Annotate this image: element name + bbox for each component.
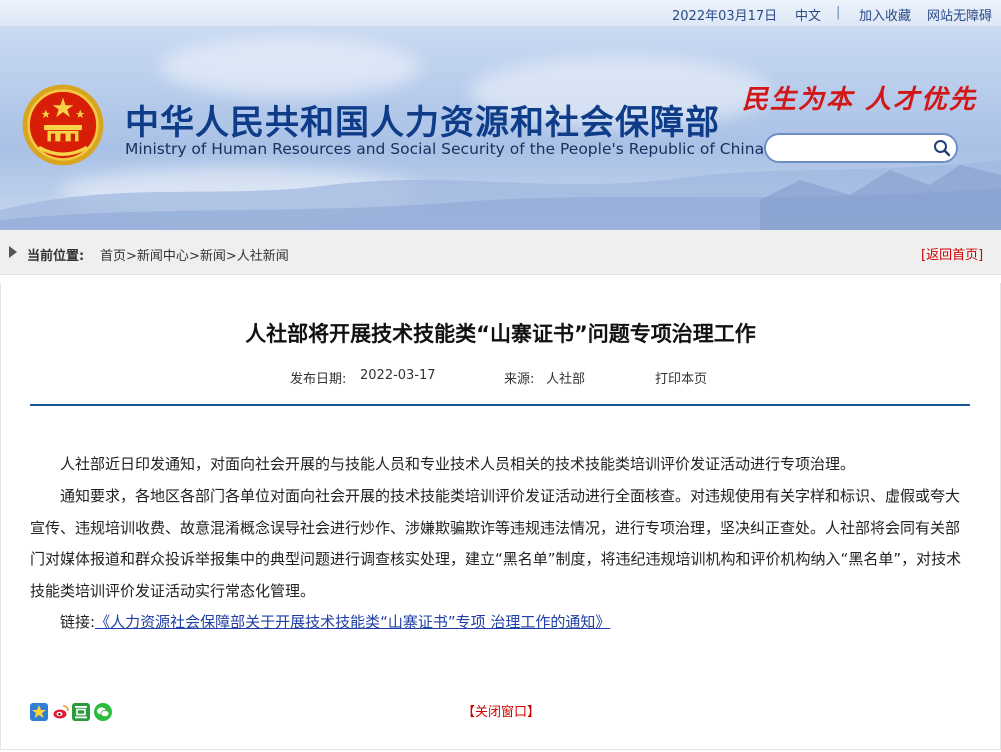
national-emblem-icon xyxy=(22,84,104,166)
site-title-en: Ministry of Human Resources and Social S… xyxy=(125,140,765,158)
qzone-icon[interactable] xyxy=(30,703,48,721)
breadcrumb-item-home[interactable]: 首页 xyxy=(100,249,126,264)
publish-date-label: 发布日期: xyxy=(290,372,347,387)
source-value: 人社部 xyxy=(546,372,586,387)
accessibility-link[interactable]: 网站无障碍 xyxy=(927,5,992,24)
back-home-link[interactable]: [返回首页] xyxy=(921,244,983,263)
site-title-cn: 中华人民共和国人力资源和社会保障部 xyxy=(125,103,720,143)
breadcrumb-item-news-center[interactable]: 新闻中心 xyxy=(137,249,189,264)
weibo-icon[interactable] xyxy=(52,703,70,721)
search-icon[interactable] xyxy=(932,138,952,158)
current-date: 2022年03月17日 xyxy=(672,9,778,24)
link-label: 链接: xyxy=(60,613,96,631)
breadcrumb-item-news[interactable]: 新闻 xyxy=(200,249,226,264)
publish-date: 2022-03-17 xyxy=(360,368,436,383)
article-paragraph-2: 通知要求，各地区各部门各单位对面向社会开展的技术技能类培训评价发证活动进行全面核… xyxy=(30,487,962,600)
douban-icon[interactable] xyxy=(72,703,90,721)
close-window-link[interactable]: 【关闭窗口】 xyxy=(462,701,540,720)
wechat-icon[interactable] xyxy=(94,703,112,721)
article-link-paragraph: 链接:《人力资源社会保障部关于开展技术技能类“山寨证书”专项 治理工作的通知》 xyxy=(30,607,970,639)
breadcrumb-label: 当前位置: xyxy=(27,249,85,264)
breadcrumb-bar: 当前位置: 首页>新闻中心>新闻>人社新闻 [返回首页] xyxy=(0,230,1001,275)
source-label: 来源: xyxy=(504,372,535,387)
language-link[interactable]: 中文 xyxy=(795,5,821,24)
triangle-right-icon xyxy=(9,246,17,258)
article-title: 人社部将开展技术技能类“山寨证书”问题专项治理工作 xyxy=(245,322,756,346)
search-box xyxy=(764,133,958,163)
article-paragraph-1: 人社部近日印发通知，对面向社会开展的与技能人员和专业技术人员相关的技术技能类培训… xyxy=(60,455,856,473)
slogan-calligraphy: 民生为本 人才优先 xyxy=(742,85,978,115)
print-page-link[interactable]: 打印本页 xyxy=(655,368,707,387)
add-favorite-link[interactable]: 加入收藏 xyxy=(859,5,911,24)
title-divider xyxy=(30,404,970,406)
topbar-separator: | xyxy=(836,5,841,20)
site-header: 中华人民共和国人力资源和社会保障部 Ministry of Human Reso… xyxy=(0,27,1001,230)
breadcrumb-item-mohrss-news[interactable]: 人社新闻 xyxy=(237,249,289,264)
related-notice-link[interactable]: 《人力资源社会保障部关于开展技术技能类“山寨证书”专项 治理工作的通知》 xyxy=(95,613,610,631)
search-input[interactable] xyxy=(776,138,930,158)
breadcrumb: 首页>新闻中心>新闻>人社新闻 xyxy=(100,249,289,264)
top-utility-bar: 2022年03月17日 中文 | 加入收藏 网站无障碍 xyxy=(0,0,1001,27)
